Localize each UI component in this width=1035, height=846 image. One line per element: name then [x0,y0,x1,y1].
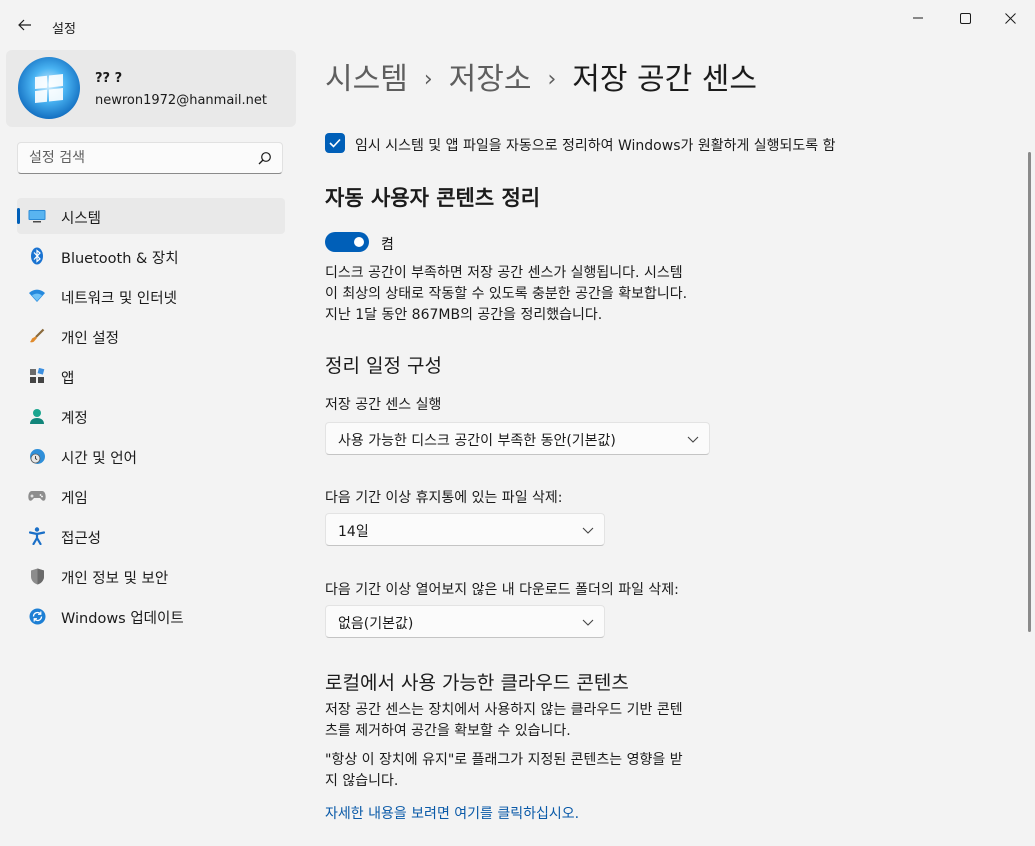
apps-icon [28,367,46,385]
sidebar-item-label: 시간 및 언어 [61,451,137,467]
chevron-down-icon [687,436,699,443]
chevron-down-icon [582,527,594,534]
description-line: 츠를 제거하여 공간을 확보할 수 있습니다. [325,723,571,739]
description-line: 지 않습니다. [325,773,399,789]
sidebar-item-accounts[interactable]: 계정 [17,398,285,434]
gaming-icon [28,487,46,505]
sidebar-item-label: 접근성 [61,531,102,547]
cloud-content-note: "항상 이 장치에 유지"로 플래그가 지정된 콘텐츠는 영향을 받 지 않습니… [325,750,683,792]
profile-card[interactable]: ?? ? newron1972@hanmail.net [6,50,296,127]
maximize-icon [959,12,971,24]
sidebar-item-label: 앱 [61,371,75,387]
search-input[interactable] [18,143,259,173]
avatar [18,57,80,119]
description-line: 지난 1달 동안 867MB의 공간을 정리했습니다. [325,307,603,323]
minimize-button[interactable] [898,6,938,30]
sidebar-item-privacy-security[interactable]: 개인 정보 및 보안 [17,558,285,594]
update-icon [28,607,46,625]
sidebar-item-windows-update[interactable]: Windows 업데이트 [17,598,285,634]
dropdown-value: 사용 가능한 디스크 공간이 부족한 동안(기본값) [338,433,616,449]
brush-icon [28,327,46,345]
description-line: 이 최상의 상태로 작동할 수 있도록 충분한 공간을 확보합니다. [325,286,688,302]
toggle-knob [354,237,364,247]
breadcrumb-system[interactable]: 시스템 [325,62,408,97]
sidebar-item-label: 네트워크 및 인터넷 [61,291,177,307]
breadcrumb-separator: › [423,67,433,92]
run-storage-sense-dropdown[interactable]: 사용 가능한 디스크 공간이 부족한 동안(기본값) [325,422,710,455]
bluetooth-icon [28,247,46,265]
sidebar-item-label: Windows 업데이트 [61,611,184,627]
sidebar-nav: 시스템 Bluetooth & 장치 네트워크 및 인터넷 개인 설정 앱 계정 [17,198,285,638]
account-icon [28,407,46,425]
chevron-down-icon [582,619,594,626]
search-box [17,142,283,174]
app-title: 설정 [52,22,76,37]
close-icon [1004,12,1016,24]
shield-icon [28,567,46,585]
system-icon [28,207,46,225]
temp-files-checkbox-label: 임시 시스템 및 앱 파일을 자동으로 정리하여 Windows가 원활하게 실… [355,138,836,154]
sidebar-item-gaming[interactable]: 게임 [17,478,285,514]
run-storage-sense-label: 저장 공간 센스 실행 [325,397,442,413]
downloads-label: 다음 기간 이상 열어보지 않은 내 다운로드 폴더의 파일 삭제: [325,582,679,598]
user-email: newron1972@hanmail.net [95,93,267,108]
sidebar-item-system[interactable]: 시스템 [17,198,285,234]
sidebar-item-label: 계정 [61,411,88,427]
sidebar-item-label: 개인 설정 [61,331,119,347]
breadcrumb-separator: › [547,67,557,92]
sidebar-item-apps[interactable]: 앱 [17,358,285,394]
recycle-bin-label: 다음 기간 이상 휴지통에 있는 파일 삭제: [325,490,563,506]
cloud-content-description: 저장 공간 센스는 장치에서 사용하지 않는 클라우드 기반 콘텐 츠를 제거하… [325,700,683,742]
breadcrumb-storage[interactable]: 저장소 [449,62,532,97]
downloads-dropdown[interactable]: 없음(기본값) [325,605,605,638]
sidebar-item-personalization[interactable]: 개인 설정 [17,318,285,354]
storage-sense-description: 디스크 공간이 부족하면 저장 공간 센스가 실행됩니다. 시스템 이 최상의 … [325,263,687,326]
time-language-icon [28,447,46,465]
learn-more-link[interactable]: 자세한 내용을 보려면 여기를 클릭하십시오. [325,803,579,823]
network-icon [28,287,46,305]
sidebar-item-time-language[interactable]: 시간 및 언어 [17,438,285,474]
scrollbar[interactable] [1028,152,1031,632]
close-button[interactable] [990,6,1030,30]
sidebar-item-label: 개인 정보 및 보안 [61,571,169,587]
dropdown-value: 14일 [338,524,369,540]
sidebar-item-label: Bluetooth & 장치 [61,251,179,267]
description-line: 디스크 공간이 부족하면 저장 공간 센스가 실행됩니다. 시스템 [325,265,683,281]
back-button[interactable] [14,14,36,36]
sidebar-item-bluetooth[interactable]: Bluetooth & 장치 [17,238,285,274]
title-bar: 설정 [0,0,1035,48]
temp-files-checkbox[interactable] [325,133,345,153]
page-title: 저장 공간 센스 [572,62,757,97]
auto-cleanup-heading: 자동 사용자 콘텐츠 정리 [325,186,541,210]
maximize-button[interactable] [945,6,985,30]
user-name: ?? ? [95,71,123,86]
sidebar-item-label: 게임 [61,491,88,507]
toggle-state-label: 켬 [381,237,394,253]
cloud-content-heading: 로컬에서 사용 가능한 클라우드 콘텐츠 [325,672,629,694]
description-line: 저장 공간 센스는 장치에서 사용하지 않는 클라우드 기반 콘텐 [325,702,683,718]
sidebar-item-accessibility[interactable]: 접근성 [17,518,285,554]
recycle-bin-dropdown[interactable]: 14일 [325,513,605,546]
schedule-heading: 정리 일정 구성 [325,355,442,377]
minimize-icon [913,17,923,19]
checkmark-icon [329,138,341,148]
storage-sense-toggle[interactable] [325,232,369,252]
breadcrumb: 시스템 › 저장소 › 저장 공간 센스 [325,54,757,98]
sidebar-item-label: 시스템 [61,211,102,227]
back-arrow-icon [18,19,31,31]
sidebar-item-network[interactable]: 네트워크 및 인터넷 [17,278,285,314]
dropdown-value: 없음(기본값) [338,616,414,632]
search-icon[interactable] [258,151,272,165]
accessibility-icon [28,527,46,545]
description-line: "항상 이 장치에 유지"로 플래그가 지정된 콘텐츠는 영향을 받 [325,752,683,768]
